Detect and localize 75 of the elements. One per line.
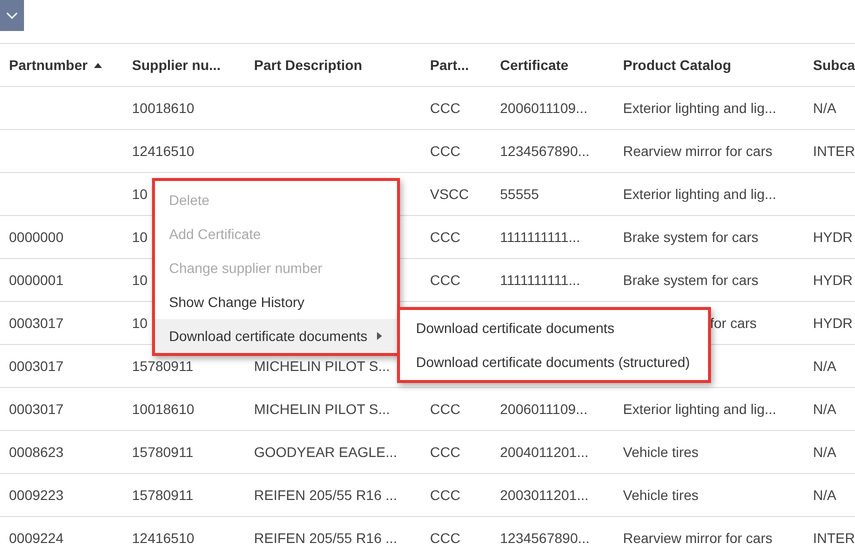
column-header[interactable]: Partnumber [9,57,88,73]
table-cell: 1111111111... [500,229,580,245]
table-cell: CCC [430,444,460,460]
column-header[interactable]: Part Description [254,57,362,73]
menu-item[interactable]: Download certificate documents [155,319,397,353]
column-header[interactable]: Subca [813,57,855,73]
table-cell: 2006011109... [500,401,588,417]
chevron-down-icon [6,12,18,20]
table-cell: HYDR [813,315,853,331]
table-cell: for cars [710,315,757,331]
table-cell: GOODYEAR EAGLE... [254,444,398,460]
table-cell: 15780911 [132,358,194,374]
table-cell: VSCC [430,186,469,202]
table-cell: Exterior lighting and lig... [623,100,776,116]
table-cell: 2006011109... [500,100,588,116]
table-cell: REIFEN 205/55 R16 ... [254,530,398,546]
table-cell: 10018610 [132,100,194,116]
table-cell: 10 [132,186,148,202]
table-cell: Rearview mirror for cars [623,530,772,546]
menu-item[interactable]: Download certificate documents [400,311,708,345]
table-cell: 10 [132,229,148,245]
table-cell: 12416510 [132,530,194,546]
column-header[interactable]: Certificate [500,57,568,73]
table-cell: CCC [430,272,460,288]
table-cell: N/A [813,401,836,417]
table-cell: 0003017 [9,401,64,417]
table-cell: N/A [813,444,836,460]
table-cell: N/A [813,487,836,503]
table-cell: 0009224 [9,530,64,546]
table-cell: 15780911 [132,487,194,503]
table-cell: N/A [813,358,836,374]
table-cell: 12416510 [132,143,194,159]
column-header[interactable]: Part... [430,57,469,73]
table-cell: INTER [813,143,855,159]
menu-item[interactable]: Show Change History [155,285,397,319]
table-cell: Vehicle tires [623,487,698,503]
table-cell: 1234567890... [500,530,590,546]
table-cell: N/A [813,100,836,116]
table-cell: Vehicle tires [623,444,698,460]
table-cell: 10018610 [132,401,194,417]
table-cell: 2004011201... [500,444,588,460]
table-cell: REIFEN 205/55 R16 ... [254,487,398,503]
table-cell: Rearview mirror for cars [623,143,772,159]
table-cell: 0003017 [9,315,64,331]
table-cell: Exterior lighting and lig... [623,401,776,417]
table-cell: HYDR [813,229,853,245]
table-cell: 0000001 [9,272,64,288]
table-cell: 1111111111... [500,272,580,288]
table-cell: 0009223 [9,487,64,503]
table-cell: CCC [430,487,460,503]
table-cell: INTER [813,530,855,546]
table-cell: Brake system for cars [623,229,758,245]
table-cell: 55555 [500,186,539,202]
table-cell: 1234567890... [500,143,590,159]
table-cell: 2003011201... [500,487,588,503]
column-header[interactable]: Supplier nu... [132,57,221,73]
menu-item[interactable]: Download certificate documents (structured) [400,345,708,379]
table-cell: 0008623 [9,444,64,460]
table-cell: CCC [430,143,460,159]
table-cell: Exterior lighting and lig... [623,186,776,202]
table-cell: 0003017 [9,358,64,374]
table-cell: CCC [430,100,460,116]
table-cell: MICHELIN PILOT S... [254,401,390,417]
table-cell: HYDR [813,272,853,288]
table-cell: CCC [430,401,460,417]
table-cell: CCC [430,229,460,245]
table-cell: 0000000 [9,229,64,245]
table-cell: 15780911 [132,444,194,460]
table-cell: 10 [132,272,148,288]
column-header[interactable]: Product Catalog [623,57,732,73]
table-cell: MICHELIN PILOT S... [254,358,390,374]
expand-button[interactable] [0,0,24,31]
table-cell: CCC [430,530,460,546]
table-cell: 10 [132,315,148,331]
table-cell: Brake system for cars [623,272,758,288]
